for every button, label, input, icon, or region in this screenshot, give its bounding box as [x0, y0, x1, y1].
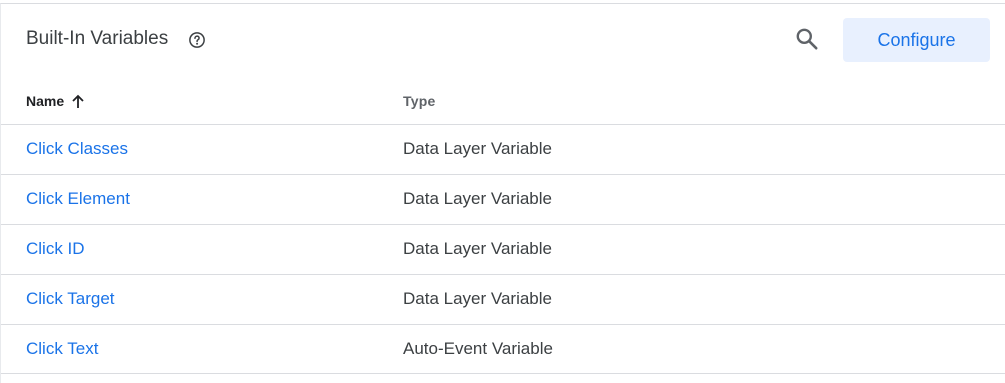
column-header-type[interactable]: Type [403, 92, 435, 110]
card-title: Built-In Variables [26, 28, 169, 49]
arrow-up-icon [71, 94, 85, 109]
column-header-name[interactable]: Name [26, 92, 85, 110]
search-icon [794, 26, 820, 57]
variable-type: Auto-Event Variable [403, 339, 553, 358]
variable-type: Data Layer Variable [403, 289, 552, 308]
variable-name-link[interactable]: Click Classes [26, 138, 128, 160]
search-button[interactable] [792, 26, 822, 56]
table-row: Click Target Data Layer Variable [1, 274, 1005, 324]
variable-name-link[interactable]: Click ID [26, 238, 85, 260]
column-header-name-label: Name [26, 93, 65, 109]
variable-name-link[interactable]: Click Element [26, 188, 130, 210]
table-row: Click Classes Data Layer Variable [1, 124, 1005, 174]
variable-name-link[interactable]: Click Target [26, 288, 115, 310]
variable-type: Data Layer Variable [403, 239, 552, 258]
table-row: Click ID Data Layer Variable [1, 224, 1005, 274]
card-header: Built-In Variables Configure [1, 4, 1005, 74]
configure-button[interactable]: Configure [843, 18, 990, 62]
variable-type: Data Layer Variable [403, 139, 552, 158]
table-row: Click Element Data Layer Variable [1, 174, 1005, 224]
variable-name-link[interactable]: Click Text [26, 338, 98, 360]
built-in-variables-card: Built-In Variables Configure Name Type C… [0, 3, 1005, 383]
variable-type: Data Layer Variable [403, 189, 552, 208]
help-circle-icon[interactable] [188, 31, 206, 49]
table-row: Click Text Auto-Event Variable [1, 324, 1005, 374]
variables-table-body: Click Classes Data Layer Variable Click … [1, 124, 1005, 374]
